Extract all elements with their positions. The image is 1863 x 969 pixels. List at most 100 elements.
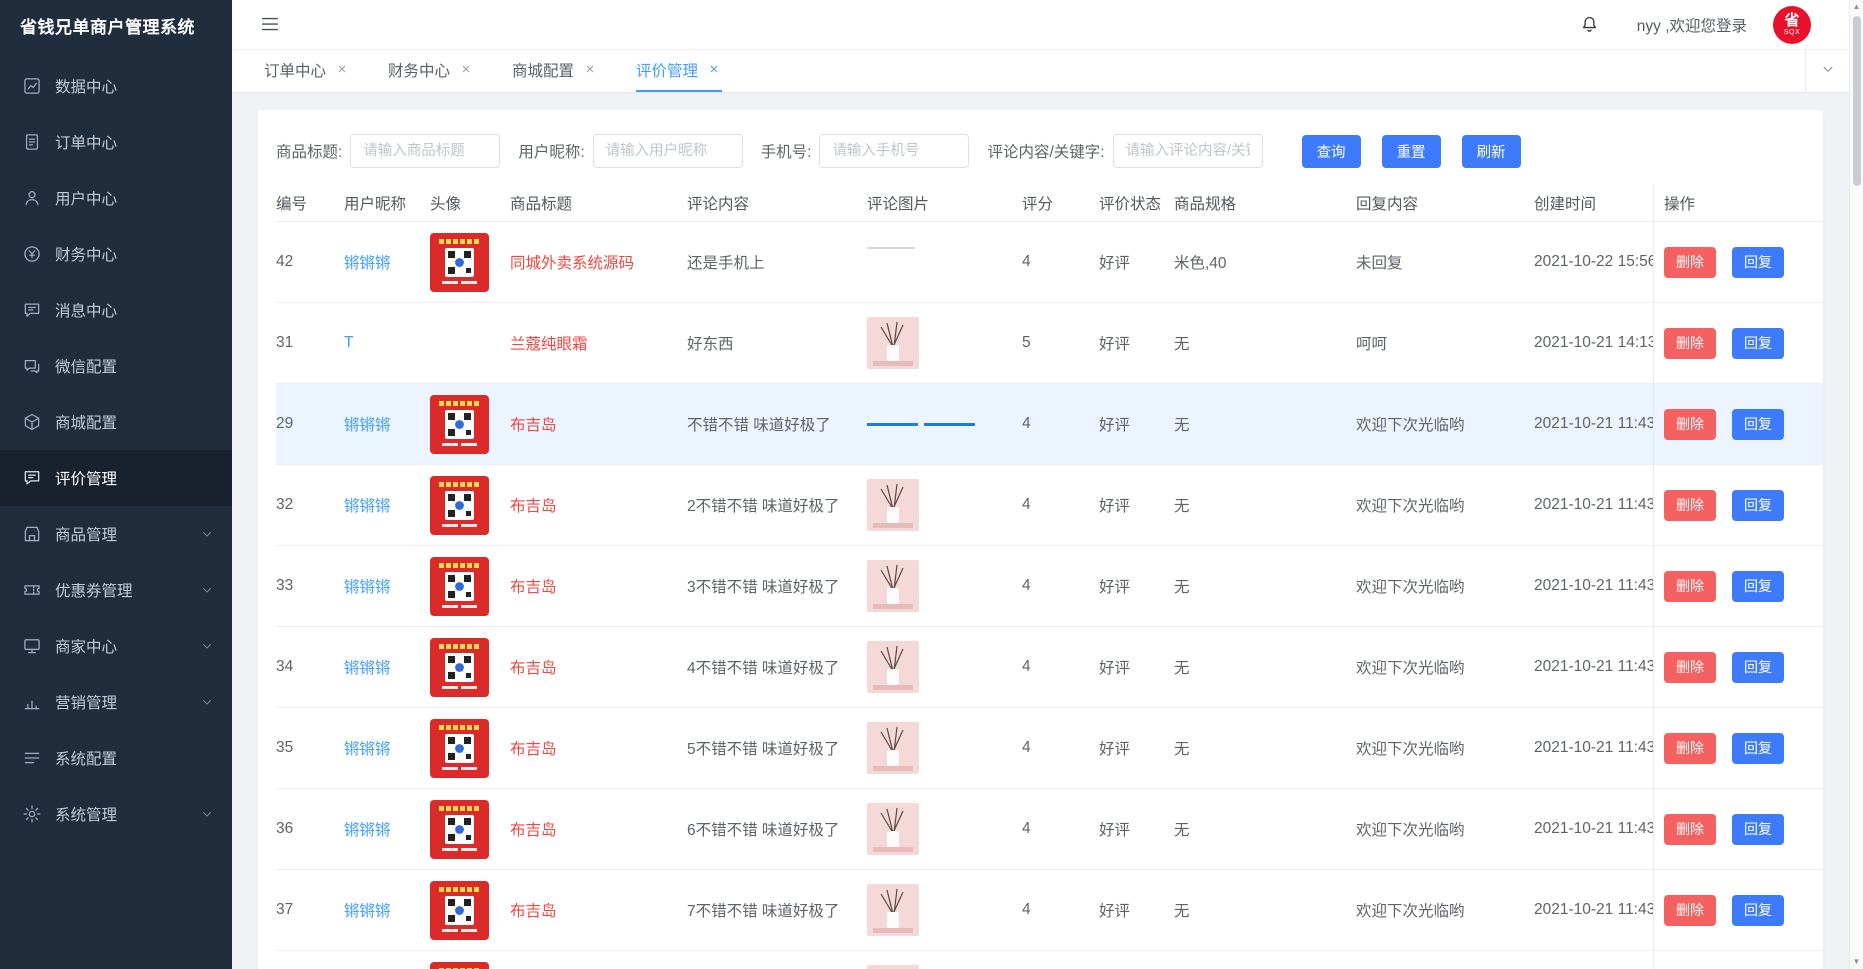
- nickname-link[interactable]: 锵锵锵: [344, 656, 391, 678]
- tab-close-icon[interactable]: ×: [582, 62, 598, 78]
- user-avatar[interactable]: [430, 800, 489, 859]
- nickname-link[interactable]: T: [344, 334, 353, 352]
- tab-close-icon[interactable]: ×: [706, 62, 722, 78]
- cell-id: 35: [276, 708, 344, 788]
- comment-image[interactable]: [867, 803, 919, 855]
- user-avatar[interactable]: [430, 719, 489, 778]
- sidebar-item[interactable]: 数据中心: [0, 58, 232, 114]
- sidebar-item-label: 评价管理: [55, 467, 214, 489]
- delete-button[interactable]: 删除: [1664, 490, 1716, 521]
- user-greeting[interactable]: nyy ,欢迎您登录: [1637, 14, 1747, 36]
- sidebar-item[interactable]: 系统管理: [0, 786, 232, 842]
- delete-button[interactable]: 删除: [1664, 409, 1716, 440]
- reply-button[interactable]: 回复: [1732, 571, 1784, 602]
- sidebar-item[interactable]: 订单中心: [0, 114, 232, 170]
- scrollbar-down-arrow[interactable]: ▼: [1853, 955, 1861, 969]
- nickname-link[interactable]: 锵锵锵: [344, 494, 391, 516]
- cell-id: 34: [276, 627, 344, 707]
- delete-button[interactable]: 删除: [1664, 571, 1716, 602]
- user-avatar[interactable]: [430, 233, 489, 292]
- sidebar-item[interactable]: 商城配置: [0, 394, 232, 450]
- tab[interactable]: 评价管理 ×: [636, 50, 722, 92]
- sidebar-item[interactable]: 财务中心: [0, 226, 232, 282]
- comment-image[interactable]: [867, 722, 919, 774]
- nickname-link[interactable]: 锵锵锵: [344, 818, 391, 840]
- filter-input[interactable]: [593, 134, 743, 168]
- comment-image[interactable]: [867, 317, 919, 369]
- sidebar-item[interactable]: 商家中心: [0, 618, 232, 674]
- reply-button[interactable]: 回复: [1732, 247, 1784, 278]
- reply-button[interactable]: 回复: [1732, 733, 1784, 764]
- tab[interactable]: 订单中心 ×: [264, 50, 350, 92]
- user-avatar[interactable]: [430, 395, 489, 454]
- product-title-link[interactable]: 布吉岛: [510, 575, 557, 597]
- filter-input[interactable]: [1113, 134, 1263, 168]
- sidebar-item[interactable]: 消息中心: [0, 282, 232, 338]
- tab[interactable]: 商城配置 ×: [512, 50, 598, 92]
- tab-close-icon[interactable]: ×: [334, 62, 350, 78]
- nickname-link[interactable]: 锵锵锵: [344, 737, 391, 759]
- delete-button[interactable]: 删除: [1664, 328, 1716, 359]
- tab[interactable]: 财务中心 ×: [388, 50, 474, 92]
- filter-input[interactable]: [350, 134, 500, 168]
- table-row: 32 锵锵锵 布吉岛 2不错不错 味道好极了 4 好评 无 欢迎下次光临哟 20…: [276, 465, 1823, 546]
- cell-status: 好评: [1099, 708, 1174, 788]
- comment-image[interactable]: [867, 560, 919, 612]
- delete-button[interactable]: 删除: [1664, 733, 1716, 764]
- brand-avatar[interactable]: 省 SQX: [1773, 6, 1811, 44]
- sidebar-item[interactable]: 微信配置: [0, 338, 232, 394]
- product-title-link[interactable]: 布吉岛: [510, 413, 557, 435]
- cell-comment: 还是手机上: [687, 222, 867, 302]
- comment-image[interactable]: [867, 884, 919, 936]
- sidebar-item[interactable]: 优惠券管理: [0, 562, 232, 618]
- nickname-link[interactable]: 锵锵锵: [344, 575, 391, 597]
- tabs-expand-button[interactable]: [1805, 50, 1849, 92]
- user-avatar[interactable]: [430, 557, 489, 616]
- delete-button[interactable]: 删除: [1664, 247, 1716, 278]
- query-button[interactable]: 查询: [1302, 135, 1361, 168]
- product-title-link[interactable]: 布吉岛: [510, 818, 557, 840]
- nickname-link[interactable]: 锵锵锵: [344, 899, 391, 921]
- reply-button[interactable]: 回复: [1732, 328, 1784, 359]
- nickname-link[interactable]: 锵锵锵: [344, 413, 391, 435]
- sidebar-item[interactable]: 用户中心: [0, 170, 232, 226]
- scrollbar-thumb[interactable]: [1853, 16, 1861, 186]
- delete-button[interactable]: 删除: [1664, 652, 1716, 683]
- reply-button[interactable]: 回复: [1732, 409, 1784, 440]
- delete-button[interactable]: 删除: [1664, 814, 1716, 845]
- scrollbar-up-arrow[interactable]: ▲: [1853, 0, 1861, 14]
- sidebar-item[interactable]: 评价管理: [0, 450, 232, 506]
- refresh-button[interactable]: 刷新: [1462, 135, 1521, 168]
- comment-image[interactable]: [867, 479, 919, 531]
- filter-input[interactable]: [819, 134, 969, 168]
- sidebar-item[interactable]: 商品管理: [0, 506, 232, 562]
- sidebar-item[interactable]: 营销管理: [0, 674, 232, 730]
- nickname-link[interactable]: 锵锵锵: [344, 251, 391, 273]
- vertical-scrollbar[interactable]: ▲ ▼: [1849, 0, 1863, 969]
- reset-button[interactable]: 重置: [1382, 135, 1441, 168]
- product-title-link[interactable]: 布吉岛: [510, 494, 557, 516]
- notification-bell-icon[interactable]: [1579, 14, 1601, 36]
- delete-button[interactable]: 删除: [1664, 895, 1716, 926]
- reply-button[interactable]: 回复: [1732, 895, 1784, 926]
- product-title-link[interactable]: 同城外卖系统源码: [510, 251, 634, 273]
- product-title-link[interactable]: 兰蔻纯眼霜: [510, 332, 588, 354]
- product-title-link[interactable]: 布吉岛: [510, 656, 557, 678]
- reply-button[interactable]: 回复: [1732, 814, 1784, 845]
- chevron-down-icon: [1820, 61, 1836, 82]
- tab-bar: 订单中心 × 财务中心 × 商城配置 × 评价管理 ×: [232, 50, 1849, 93]
- product-title-link[interactable]: 布吉岛: [510, 737, 557, 759]
- hamburger-menu-icon[interactable]: [259, 13, 283, 37]
- user-avatar[interactable]: [430, 962, 489, 969]
- user-avatar[interactable]: [430, 476, 489, 535]
- comment-image[interactable]: [867, 641, 919, 693]
- comment-image[interactable]: [867, 965, 919, 969]
- product-title-link[interactable]: 布吉岛: [510, 899, 557, 921]
- user-avatar[interactable]: [430, 638, 489, 697]
- reply-button[interactable]: 回复: [1732, 652, 1784, 683]
- sidebar-item[interactable]: 系统配置: [0, 730, 232, 786]
- user-avatar[interactable]: [430, 314, 489, 373]
- tab-close-icon[interactable]: ×: [458, 62, 474, 78]
- reply-button[interactable]: 回复: [1732, 490, 1784, 521]
- user-avatar[interactable]: [430, 881, 489, 940]
